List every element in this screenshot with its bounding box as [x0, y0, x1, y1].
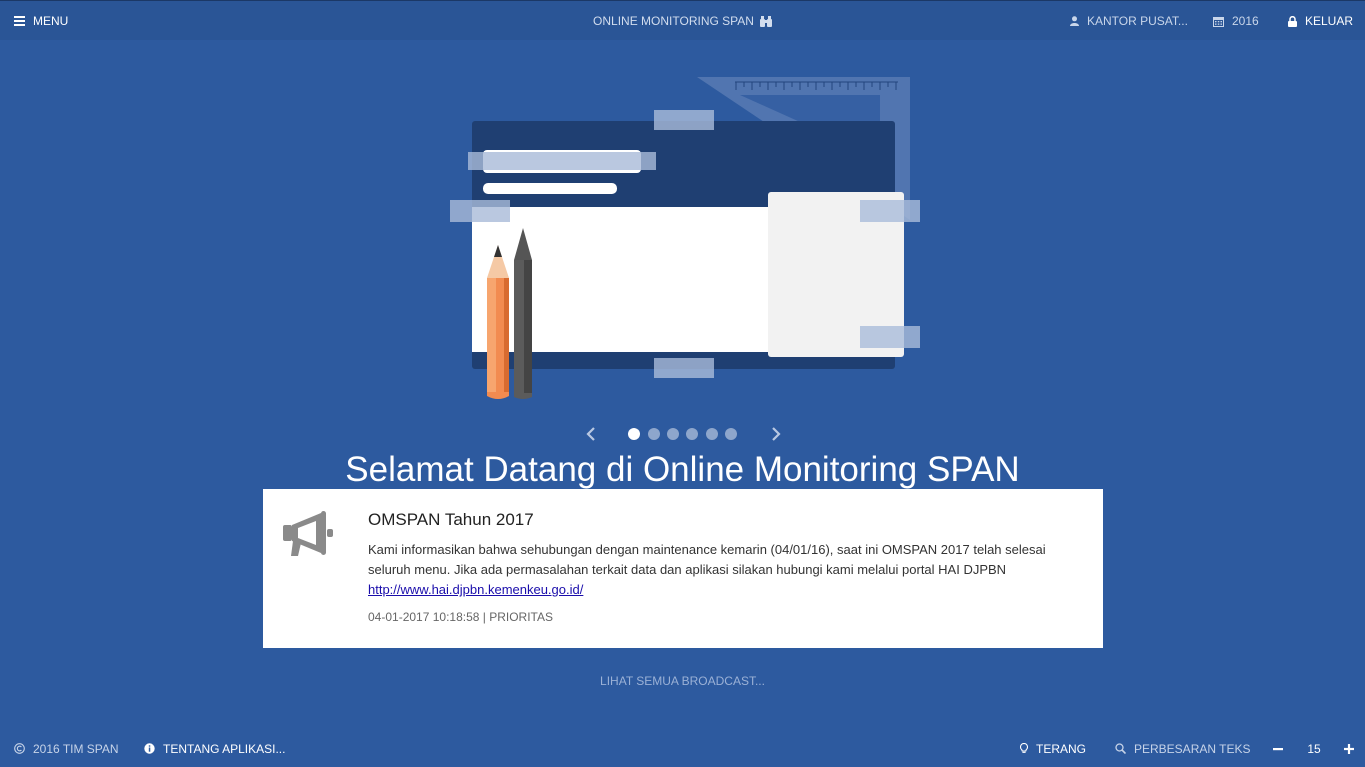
- carousel-nav: [0, 424, 1365, 444]
- app-title-text: ONLINE MONITORING SPAN: [593, 14, 754, 28]
- info-icon: [144, 743, 155, 754]
- see-all-broadcast-link[interactable]: LIHAT SEMUA BROADCAST...: [0, 674, 1365, 688]
- zoom-icon: [1115, 743, 1126, 754]
- office-label: KANTOR PUSAT...: [1087, 14, 1188, 28]
- carousel-dot-2[interactable]: [648, 428, 660, 440]
- carousel-dot-1[interactable]: [628, 428, 640, 440]
- carousel-dot-6[interactable]: [725, 428, 737, 440]
- about-app-button[interactable]: TENTANG APLIKASI...: [144, 730, 285, 767]
- lightbulb-icon: [1020, 743, 1028, 754]
- year-label: 2016: [1232, 14, 1259, 28]
- broadcast-body-text: Kami informasikan bahwa sehubungan denga…: [368, 542, 1046, 577]
- text-zoom-text: PERBESARAN TEKS: [1134, 741, 1251, 756]
- theme-toggle[interactable]: TERANG: [1020, 730, 1086, 767]
- broadcast-body: Kami informasikan bahwa sehubungan denga…: [368, 540, 1068, 600]
- copyright-text: 2016 TIM SPAN: [33, 741, 119, 756]
- office-selector[interactable]: KANTOR PUSAT...: [1070, 1, 1188, 41]
- increase-text-button[interactable]: [1343, 730, 1355, 767]
- broadcast-title: OMSPAN Tahun 2017: [368, 510, 534, 529]
- broadcast-link[interactable]: http://www.hai.djpbn.kemenkeu.go.id/: [368, 582, 583, 597]
- text-zoom-label: PERBESARAN TEKS: [1115, 730, 1250, 767]
- plus-icon: [1344, 743, 1354, 754]
- year-selector[interactable]: 2016: [1213, 1, 1259, 41]
- copyright: 2016 TIM SPAN: [14, 730, 119, 767]
- broadcast-card: OMSPAN Tahun 2017 Kami informasikan bahw…: [263, 489, 1103, 648]
- lock-icon: [1288, 15, 1297, 27]
- carousel-dot-3[interactable]: [667, 428, 679, 440]
- minus-icon: [1273, 747, 1283, 750]
- carousel-dot-5[interactable]: [706, 428, 718, 440]
- about-app-label: TENTANG APLIKASI...: [163, 741, 286, 756]
- binoculars-icon: [759, 15, 772, 27]
- menu-label: MENU: [33, 14, 69, 28]
- hamburger-icon: [14, 16, 25, 26]
- theme-label: TERANG: [1036, 741, 1087, 756]
- menu-button[interactable]: MENU: [14, 1, 68, 41]
- carousel-dot-4[interactable]: [686, 428, 698, 440]
- hero-illustration: [440, 70, 940, 410]
- megaphone-icon: [283, 511, 335, 557]
- font-size-value: 15: [1307, 741, 1321, 756]
- welcome-heading: Selamat Datang di Online Monitoring SPAN: [345, 450, 1020, 489]
- decrease-text-button[interactable]: [1272, 730, 1284, 767]
- copyright-icon: [14, 743, 25, 754]
- calendar-icon: [1213, 16, 1224, 27]
- chevron-right-icon: [772, 427, 781, 441]
- chevron-left-icon: [586, 427, 595, 441]
- logout-label: KELUAR: [1305, 14, 1354, 28]
- top-bar: MENU ONLINE MONITORING SPAN KANTOR PUSAT…: [0, 0, 1365, 40]
- carousel-next-button[interactable]: [766, 424, 786, 444]
- logout-button[interactable]: KELUAR: [1288, 1, 1353, 41]
- footer-bar: 2016 TIM SPAN TENTANG APLIKASI... TERANG…: [0, 730, 1365, 767]
- broadcast-meta: 04-01-2017 10:18:58 | PRIORITAS: [368, 610, 553, 624]
- user-icon: [1070, 16, 1079, 26]
- carousel-prev-button[interactable]: [581, 424, 601, 444]
